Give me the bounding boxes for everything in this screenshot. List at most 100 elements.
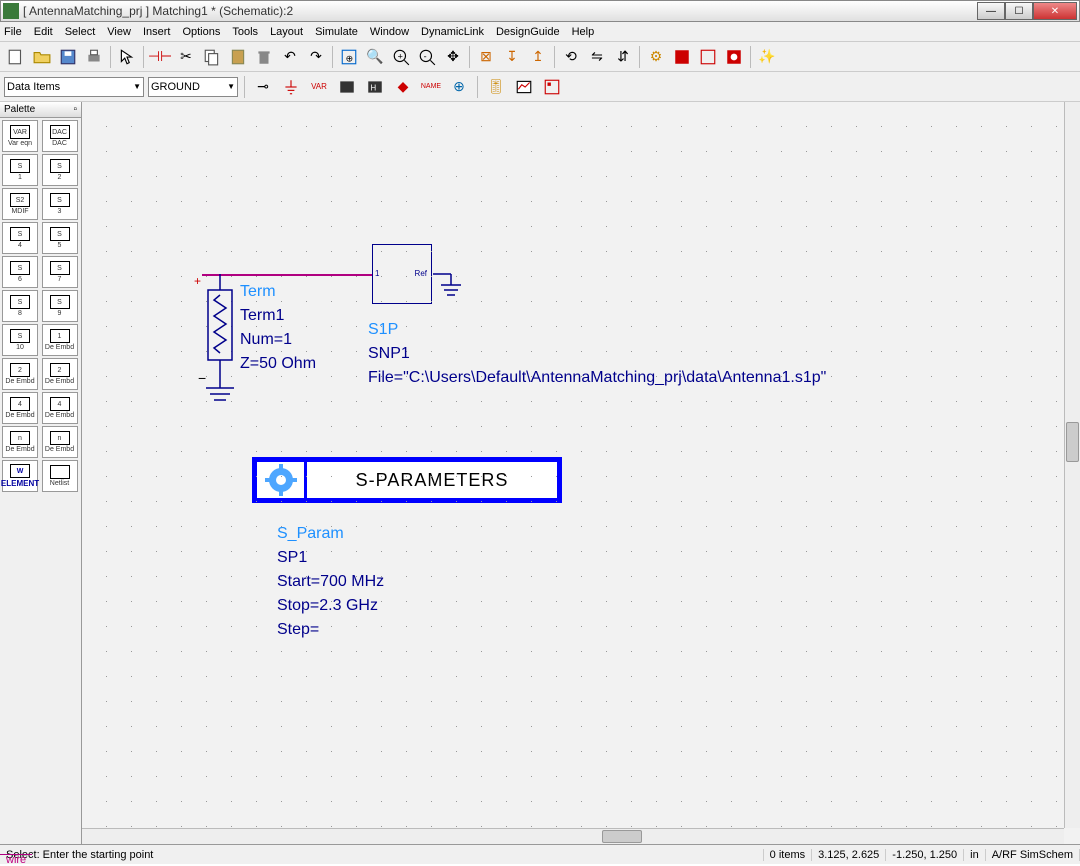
palette-item-12[interactable]: S10 (2, 324, 38, 356)
toolbar-main: ⊣⊢ ✂ ↶ ↷ ⊕ 🔍 + - ✥ ⊠ ↧ ↥ ⟲ ⇋ ⇵ ⚙ ✨ (0, 42, 1080, 72)
statusbar: Select: Enter the starting point 0 items… (0, 844, 1080, 864)
wand-icon[interactable]: ✨ (755, 45, 779, 69)
rotate-icon[interactable]: ⟲ (559, 45, 583, 69)
zoom-out-icon[interactable]: - (415, 45, 439, 69)
open-icon[interactable] (30, 45, 54, 69)
zoom-area-icon[interactable]: 🔍 (363, 45, 387, 69)
chevron-down-icon: ▼ (133, 82, 141, 91)
global-node-icon[interactable]: ⊕ (447, 75, 471, 99)
horizontal-scrollbar[interactable] (82, 828, 1064, 844)
tuning-icon[interactable]: 🎚 (484, 75, 508, 99)
toolbar-components: Data Items ▼ GROUND ▼ ⊸ VAR H ◆ NAME ⊕ 🎚 (0, 72, 1080, 102)
sparam-block[interactable]: S-PARAMETERS (252, 457, 562, 503)
simulate-icon[interactable]: ⚙ (644, 45, 668, 69)
pop-icon[interactable]: ↥ (526, 45, 550, 69)
s1p-component[interactable]: 1 Ref (372, 244, 432, 304)
menu-insert[interactable]: Insert (143, 26, 171, 38)
menu-edit[interactable]: Edit (34, 26, 53, 38)
palette-item-13[interactable]: 1De Embd (42, 324, 78, 356)
deactivate-icon[interactable]: ⊠ (474, 45, 498, 69)
data-display-icon[interactable] (512, 75, 536, 99)
menu-simulate[interactable]: Simulate (315, 26, 358, 38)
app-icon (3, 3, 19, 19)
zoom-in-icon[interactable]: + (389, 45, 413, 69)
term-num: Num=1 (240, 328, 316, 352)
vertical-scrollbar[interactable] (1064, 102, 1080, 828)
palette-panel: Palette ▫ VARVar eqnDACDACS1S2S2MDIFS3S4… (0, 102, 82, 844)
palette-item-20[interactable]: WELEMENT (2, 460, 38, 492)
port-icon[interactable]: ⊸ (251, 75, 275, 99)
palette-title: Palette ▫ (0, 102, 81, 118)
new-icon[interactable] (4, 45, 28, 69)
zoom-fit-icon[interactable]: ⊕ (337, 45, 361, 69)
palette-item-19[interactable]: nDe Embd (42, 426, 78, 458)
menu-designguide[interactable]: DesignGuide (496, 26, 560, 38)
menu-window[interactable]: Window (370, 26, 409, 38)
push-icon[interactable]: ↧ (500, 45, 524, 69)
palette-item-2[interactable]: S1 (2, 154, 38, 186)
menu-select[interactable]: Select (65, 26, 96, 38)
cut-icon[interactable]: ✂ (174, 45, 198, 69)
tune2-icon[interactable] (696, 45, 720, 69)
category-combo[interactable]: Data Items ▼ (4, 77, 144, 97)
menu-layout[interactable]: Layout (270, 26, 303, 38)
pointer-icon[interactable] (115, 45, 139, 69)
palette-item-16[interactable]: 4De Embd (2, 392, 38, 424)
s1p-labels[interactable]: S1P SNP1 File="C:\Users\Default\AntennaM… (368, 318, 826, 390)
hierarchy-icon[interactable]: H (363, 75, 387, 99)
palette-item-15[interactable]: 2De Embd (42, 358, 78, 390)
palette-item-14[interactable]: 2De Embd (2, 358, 38, 390)
term-labels[interactable]: Term Term1 Num=1 Z=50 Ohm (240, 280, 316, 376)
end-cmd-icon[interactable]: ⊣⊢ (148, 45, 172, 69)
paste-icon[interactable] (226, 45, 250, 69)
palette-item-6[interactable]: S4 (2, 222, 38, 254)
mirror-x-icon[interactable]: ⇋ (585, 45, 609, 69)
library-icon[interactable] (335, 75, 359, 99)
palette-pin-icon[interactable]: ▫ (73, 104, 77, 115)
disable-icon[interactable] (722, 45, 746, 69)
edit-comp-icon[interactable]: ◆ (391, 75, 415, 99)
component-combo[interactable]: GROUND ▼ (148, 77, 238, 97)
palette-item-9[interactable]: S7 (42, 256, 78, 288)
undo-icon[interactable]: ↶ (278, 45, 302, 69)
menu-help[interactable]: Help (572, 26, 595, 38)
tune-icon[interactable] (670, 45, 694, 69)
palette-item-21[interactable]: Netlist (42, 460, 78, 492)
palette-item-8[interactable]: S6 (2, 256, 38, 288)
menu-dynamiclink[interactable]: DynamicLink (421, 26, 484, 38)
ground-icon[interactable] (279, 75, 303, 99)
schematic-canvas[interactable]: + − Term Term1 Num=1 Z=50 Ohm 1 Ref (82, 102, 1080, 844)
palette-item-18[interactable]: nDe Embd (2, 426, 38, 458)
palette-item-4[interactable]: S2MDIF (2, 188, 38, 220)
mirror-y-icon[interactable]: ⇵ (611, 45, 635, 69)
menu-options[interactable]: Options (182, 26, 220, 38)
copy-icon[interactable] (200, 45, 224, 69)
redo-icon[interactable]: ↷ (304, 45, 328, 69)
s1p-type: S1P (368, 318, 826, 342)
menu-view[interactable]: View (107, 26, 131, 38)
print-icon[interactable] (82, 45, 106, 69)
wire-label-icon[interactable]: NAME (419, 75, 443, 99)
save-icon[interactable] (56, 45, 80, 69)
palette-item-1[interactable]: DACDAC (42, 120, 78, 152)
palette-item-3[interactable]: S2 (42, 154, 78, 186)
palette-item-10[interactable]: S8 (2, 290, 38, 322)
titlebar: [ AntennaMatching_prj ] Matching1 * (Sch… (0, 0, 1080, 22)
menu-tools[interactable]: Tools (232, 26, 258, 38)
palette-item-7[interactable]: S5 (42, 222, 78, 254)
palette-item-17[interactable]: 4De Embd (42, 392, 78, 424)
close-button[interactable]: ✕ (1033, 2, 1077, 20)
layout-icon[interactable] (540, 75, 564, 99)
var-icon[interactable]: VAR (307, 75, 331, 99)
sparam-type: S_Param (277, 522, 384, 546)
delete-icon[interactable] (252, 45, 276, 69)
pan-icon[interactable]: ✥ (441, 45, 465, 69)
palette-item-5[interactable]: S3 (42, 188, 78, 220)
minimize-button[interactable]: — (977, 2, 1005, 20)
palette-item-11[interactable]: S9 (42, 290, 78, 322)
sparam-labels[interactable]: S_Param SP1 Start=700 MHz Stop=2.3 GHz S… (277, 522, 384, 642)
maximize-button[interactable]: ☐ (1005, 2, 1033, 20)
wire[interactable] (340, 274, 372, 276)
menu-file[interactable]: File (4, 26, 22, 38)
palette-item-0[interactable]: VARVar eqn (2, 120, 38, 152)
